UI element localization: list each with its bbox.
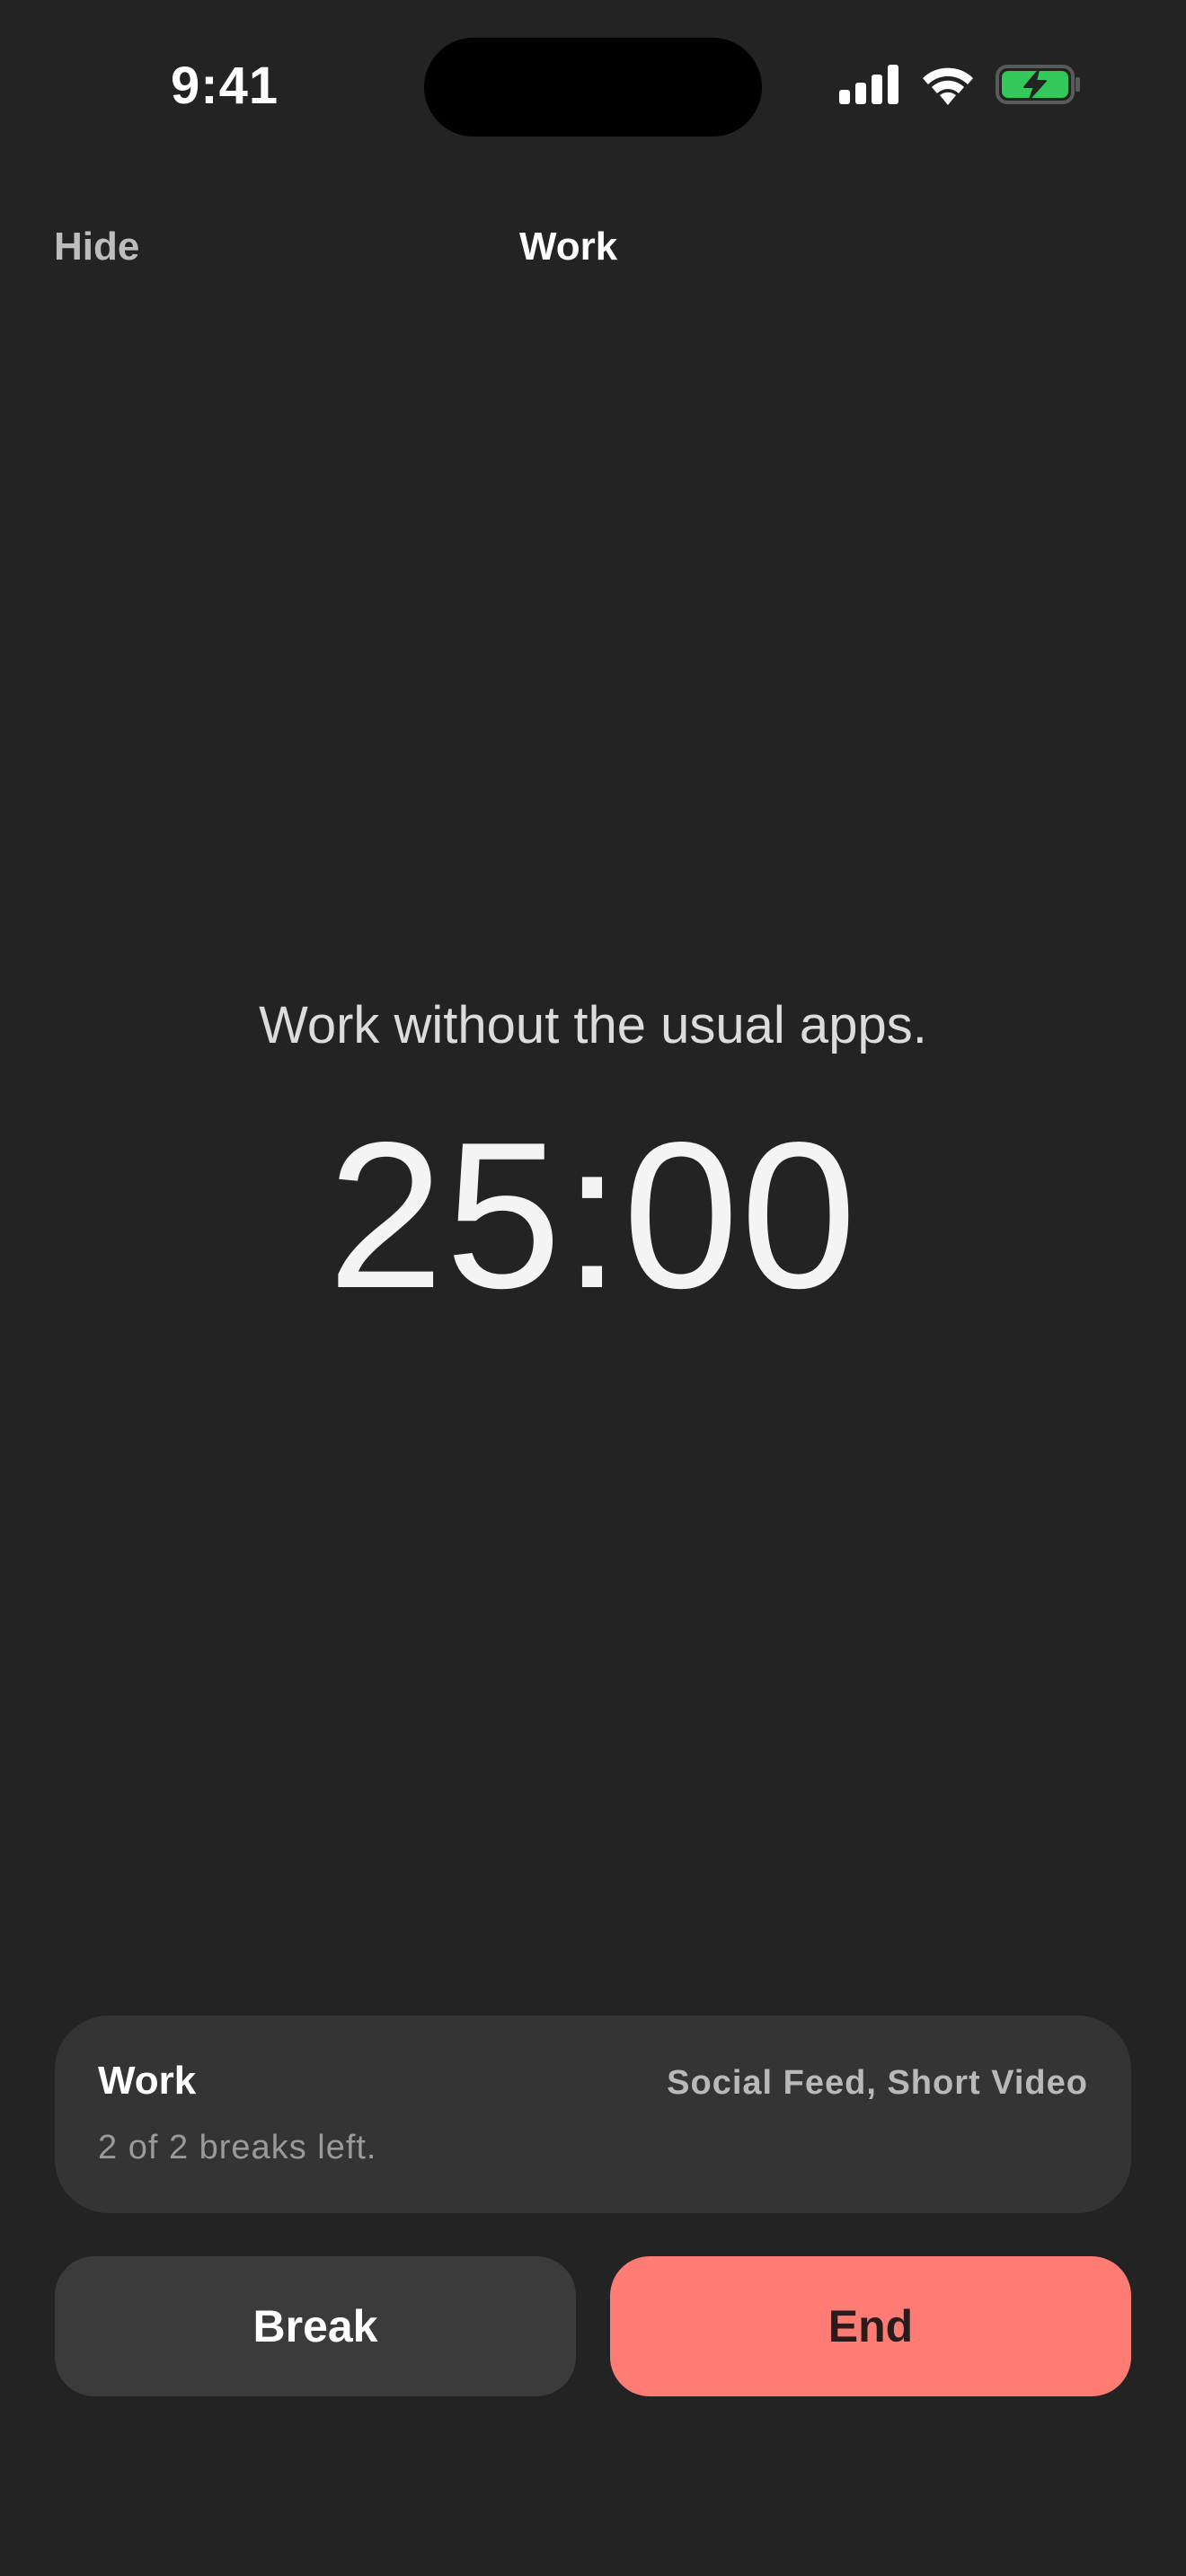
cellular-signal-icon [839, 64, 900, 109]
timer-display: 25:00 [327, 1099, 859, 1332]
nav-bar: Hide Work [0, 207, 1186, 287]
session-name: Work [98, 2059, 197, 2103]
blocked-apps: Social Feed, Short Video [667, 2064, 1088, 2102]
status-bar: 9:41 [0, 0, 1186, 171]
breaks-remaining: 2 of 2 breaks left. [98, 2129, 377, 2166]
dynamic-island [424, 38, 762, 137]
focus-subtitle: Work without the usual apps. [259, 996, 927, 1054]
break-button[interactable]: Break [55, 2256, 576, 2396]
end-button[interactable]: End [610, 2256, 1131, 2396]
wifi-icon [920, 64, 976, 110]
battery-charging-icon [996, 63, 1082, 110]
status-time: 9:41 [171, 57, 279, 115]
session-card: Work Social Feed, Short Video 2 of 2 bre… [55, 2016, 1131, 2213]
nav-title: Work [519, 225, 618, 269]
status-icons [839, 63, 1082, 110]
hide-button[interactable]: Hide [54, 225, 139, 269]
